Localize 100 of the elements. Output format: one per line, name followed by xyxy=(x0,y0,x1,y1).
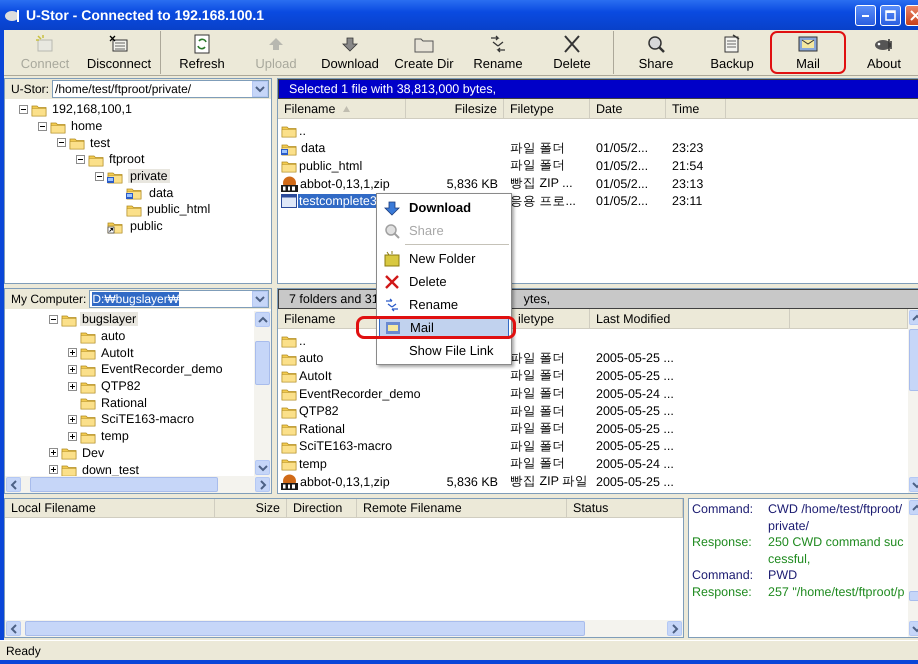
menu-item[interactable]: Delete xyxy=(379,270,509,293)
table-cell-text: 2005-05-25 ... xyxy=(595,439,675,454)
tree-item[interactable]: public xyxy=(128,219,165,234)
column-header[interactable]: Size xyxy=(215,499,287,517)
menu-item[interactable]: Download xyxy=(379,196,509,219)
chevron-left-icon xyxy=(8,624,18,634)
menu-item[interactable]: Show File Link xyxy=(379,339,509,362)
column-header[interactable]: Time xyxy=(666,99,726,118)
file-name[interactable]: abbot-0,13,1,zip xyxy=(299,474,391,489)
expand-icon[interactable] xyxy=(68,348,77,358)
expand-icon[interactable] xyxy=(49,465,58,474)
file-name[interactable]: EventRecorder_demo xyxy=(298,386,422,401)
tree-item[interactable]: temp xyxy=(99,429,131,444)
file-name[interactable]: .. xyxy=(298,124,307,138)
collapse-icon[interactable] xyxy=(49,314,58,324)
toolbar-button[interactable]: Disconnect xyxy=(82,31,156,74)
toolbar-button[interactable]: Backup xyxy=(694,31,770,74)
collapse-icon[interactable] xyxy=(95,172,104,181)
scrollbar-thumb[interactable] xyxy=(30,477,218,492)
arrows-icon xyxy=(384,296,400,312)
tree-item[interactable]: home xyxy=(69,119,104,134)
close-icon xyxy=(910,10,918,20)
file-name[interactable]: SciTE163-macro xyxy=(298,439,394,454)
file-name[interactable]: data xyxy=(300,141,326,156)
tree-item[interactable]: test xyxy=(88,136,112,150)
toolbar-button[interactable]: Refresh xyxy=(165,31,239,74)
scrollbar-thumb[interactable] xyxy=(25,621,585,636)
table-cell-text: 01/05/2... xyxy=(595,141,650,156)
column-header[interactable]: Date xyxy=(590,99,666,118)
collapse-icon[interactable] xyxy=(38,122,47,131)
expand-icon[interactable] xyxy=(68,414,77,424)
table-cell-text: 빵집 ZIP 파일 xyxy=(509,473,590,490)
collapse-icon[interactable] xyxy=(57,138,66,148)
column-header[interactable]: Direction xyxy=(287,499,357,517)
column-header[interactable]: Status xyxy=(567,499,683,517)
tree-item[interactable]: bugslayer xyxy=(80,312,138,326)
column-header[interactable]: Local Filename xyxy=(5,499,215,517)
collapse-icon[interactable] xyxy=(76,154,85,164)
collapse-icon[interactable] xyxy=(19,104,28,114)
window-title: U-Stor - Connected to 192.168.100.1 xyxy=(26,7,266,23)
file-name[interactable]: auto xyxy=(298,351,324,366)
path-dropdown[interactable]: /home/test/ftproot/private/ xyxy=(52,80,269,98)
expand-icon[interactable] xyxy=(68,432,77,441)
minimize-button[interactable] xyxy=(855,4,876,26)
tree-item[interactable]: down_test xyxy=(80,462,141,476)
table-cell-text: 23:11 xyxy=(671,194,704,208)
expand-icon[interactable] xyxy=(68,382,77,391)
tree-item[interactable]: SciTE163-macro xyxy=(99,412,196,426)
chevron-up-icon xyxy=(258,314,268,324)
table-cell-text: 파일 폴더 xyxy=(509,140,566,157)
file-name[interactable]: QTP82 xyxy=(298,404,340,418)
column-header[interactable]: Filename xyxy=(278,99,406,118)
toolbar-button[interactable]: About xyxy=(846,31,918,74)
file-name[interactable]: abbot-0,13,1,zip xyxy=(299,176,391,191)
tree-item[interactable]: public_html xyxy=(145,202,212,216)
tree-item[interactable]: auto xyxy=(99,329,128,344)
toolbar-button[interactable]: Download xyxy=(313,31,387,74)
file-name[interactable]: Rational xyxy=(298,422,346,436)
toolbar-button[interactable]: Rename xyxy=(461,31,535,74)
expand-icon[interactable] xyxy=(49,448,58,458)
tree-item[interactable]: EventRecorder_demo xyxy=(99,362,225,376)
path-dropdown[interactable]: D:₩bugslayer₩ xyxy=(89,290,269,308)
file-name[interactable]: AutoIt xyxy=(298,368,333,383)
scrollbar[interactable] xyxy=(5,476,271,493)
file-name[interactable]: .. xyxy=(298,334,307,348)
tree-item[interactable]: data xyxy=(147,186,176,200)
tree-item[interactable]: AutoIt xyxy=(99,346,136,360)
toolbar-button[interactable]: Delete xyxy=(535,31,609,74)
column-header[interactable]: Last Modified xyxy=(590,309,790,328)
tree-item[interactable]: Dev xyxy=(80,446,106,460)
tree-item[interactable]: Rational xyxy=(99,396,149,410)
file-name[interactable]: testcomplete3 xyxy=(298,194,378,208)
file-name[interactable]: temp xyxy=(298,456,328,471)
toolbar-button[interactable]: Create Dir xyxy=(387,31,461,74)
expand-icon[interactable] xyxy=(68,364,77,374)
tree-item[interactable]: private xyxy=(128,169,170,184)
scrollbar[interactable] xyxy=(254,311,271,476)
scrollbar-thumb[interactable] xyxy=(255,341,270,385)
column-header[interactable]: Filesize xyxy=(406,99,504,118)
maximize-button[interactable] xyxy=(880,4,901,26)
log-text: PWD xyxy=(768,567,798,584)
column-header[interactable]: Filetype xyxy=(504,99,590,118)
tree-item[interactable]: ftproot xyxy=(107,152,146,166)
toolbar-button[interactable]: Mail xyxy=(770,31,846,74)
scrollbar[interactable] xyxy=(5,620,683,637)
log-label: Response: xyxy=(692,584,753,600)
down-arrow-icon xyxy=(384,200,400,216)
table-cell-text: 2005-05-25 ... xyxy=(595,368,675,383)
table-cell-text: 01/05/2... xyxy=(595,176,650,191)
status-text: ytes, xyxy=(524,292,550,306)
chevron-down-icon xyxy=(255,294,265,304)
log-label: Response: xyxy=(692,534,753,551)
chevron-left-icon xyxy=(8,480,18,490)
tree-item[interactable]: QTP82 xyxy=(99,379,143,394)
table-cell-text: 파일 폴더 xyxy=(509,385,566,402)
menu-item[interactable]: New Folder xyxy=(379,247,509,270)
file-name[interactable]: public_html xyxy=(298,158,364,173)
column-header[interactable]: Remote Filename xyxy=(357,499,567,517)
tree-item[interactable]: 192,168,100,1 xyxy=(50,102,134,116)
toolbar-button[interactable]: Share xyxy=(618,31,694,74)
